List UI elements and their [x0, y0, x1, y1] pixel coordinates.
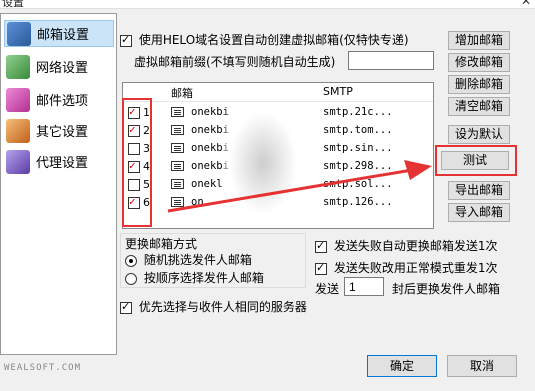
arrow-head — [404, 160, 432, 180]
annotation-arrow — [167, 160, 432, 213]
ok-button[interactable]: 确定 — [367, 355, 437, 377]
arrow-line — [167, 168, 413, 213]
cancel-button[interactable]: 取消 — [447, 355, 517, 377]
watermark: WEALSOFT.COM — [4, 363, 82, 373]
dialog-footer: WEALSOFT.COM 确定 取消 — [0, 355, 535, 391]
